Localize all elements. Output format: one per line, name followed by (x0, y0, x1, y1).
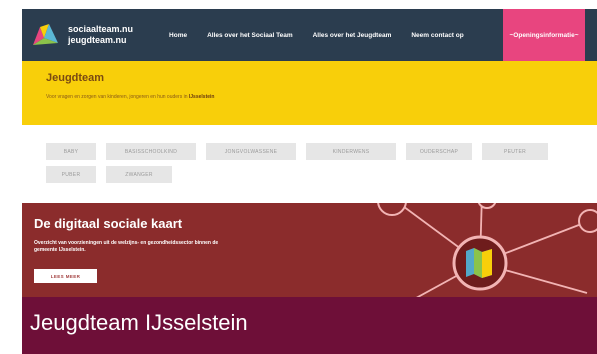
tag-jongvolwassene[interactable]: JONGVOLWASSENE (206, 143, 296, 160)
tag-basisschoolkind[interactable]: BASISSCHOOLKIND (106, 143, 196, 160)
caption-bar: Jeugdteam IJsselstein (22, 297, 597, 354)
nav-item-home[interactable]: Home (169, 32, 187, 39)
opening-hours-button[interactable]: ~Openingsinformatie~ (503, 9, 585, 61)
banner-subtitle: Overzicht van voorzieningen uit de welzi… (34, 240, 219, 253)
nav-item-contact[interactable]: Neem contact op (411, 32, 463, 39)
banner-title: De digitaal sociale kaart (34, 216, 183, 231)
nav-item-jeugdteam[interactable]: Alles over het Jeugdteam (313, 32, 392, 39)
nav-item-sociaal-team[interactable]: Alles over het Sociaal Team (207, 32, 293, 39)
tag-baby[interactable]: BABY (46, 143, 96, 160)
page-title: Jeugdteam (46, 72, 105, 84)
map-icon (466, 248, 492, 278)
caption-text: Jeugdteam IJsselstein (30, 310, 248, 335)
hero-subtitle-place: IJsselstein (188, 94, 215, 100)
logo-text: sociaalteam.nu jeugdteam.nu (68, 24, 133, 46)
hero-subtitle: Voor vragen en zorgen van kinderen, jong… (46, 94, 214, 100)
site-logo[interactable]: sociaalteam.nu jeugdteam.nu (22, 9, 133, 61)
tag-peuter[interactable]: PEUTER (482, 143, 548, 160)
logo-line-2: jeugdteam.nu (68, 35, 127, 45)
tag-ouderschap[interactable]: OUDERSCHAP (406, 143, 472, 160)
logo-line-1: sociaalteam.nu (68, 24, 134, 34)
tag-kinderwens[interactable]: KINDERWENS (306, 143, 396, 160)
top-navbar: sociaalteam.nu jeugdteam.nu Home Alles o… (22, 9, 597, 61)
tag-puber[interactable]: PUBER (46, 166, 96, 183)
tag-list: BABY BASISSCHOOLKIND JONGVOLWASSENE KIND… (22, 125, 597, 203)
social-map-banner: De digitaal sociale kaart Overzicht van … (22, 203, 597, 297)
nav-menu: Home Alles over het Sociaal Team Alles o… (169, 9, 484, 61)
read-more-button[interactable]: LEES MEER (34, 269, 97, 283)
hero-section: Jeugdteam Voor vragen en zorgen van kind… (22, 61, 597, 125)
tag-zwanger[interactable]: ZWANGER (106, 166, 172, 183)
hero-subtitle-text: Voor vragen en zorgen van kinderen, jong… (46, 94, 188, 100)
logo-mark-icon (33, 24, 58, 45)
